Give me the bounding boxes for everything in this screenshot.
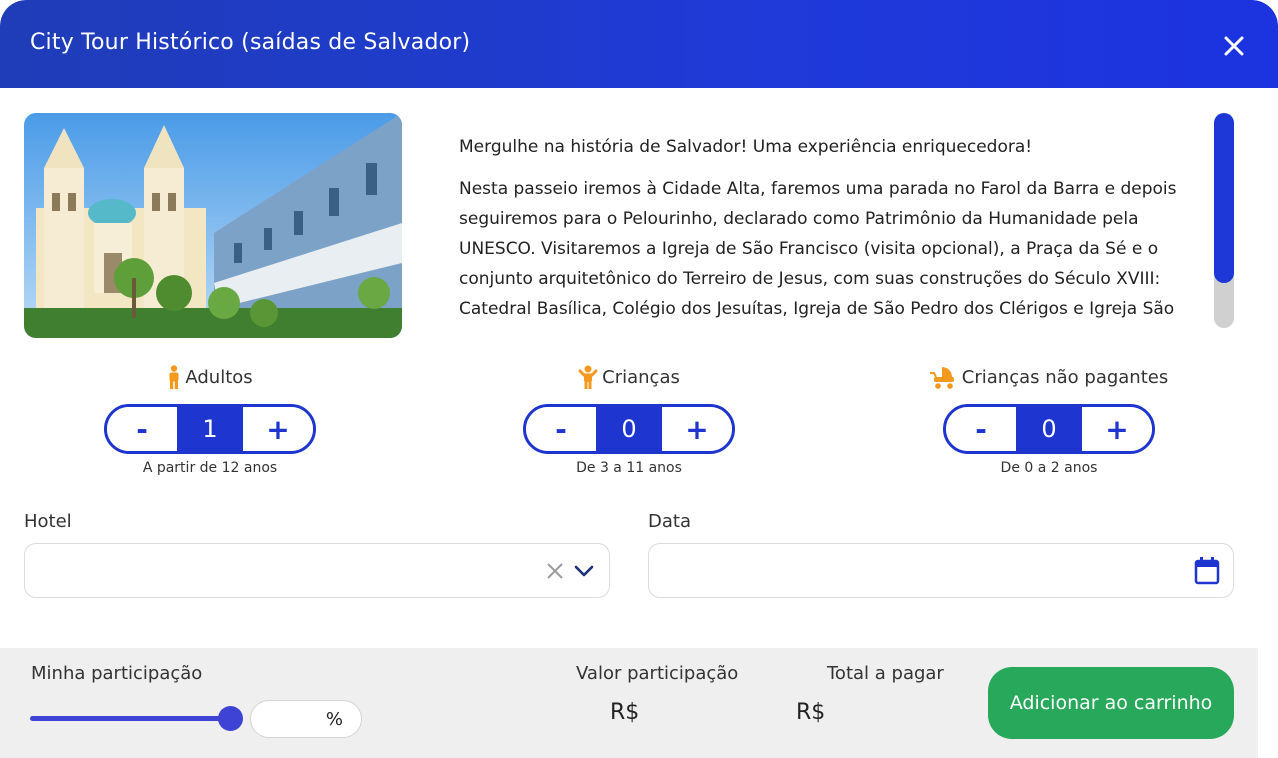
infants-minus-button[interactable]: - [946,407,1016,451]
stroller-icon [929,365,958,389]
purchase-footer: Minha participação % Valor participação … [0,648,1258,758]
adults-label: Adultos [185,366,253,388]
percent-suffix: % [325,709,343,730]
infants-label: Crianças não pagantes [961,366,1169,388]
infants-counter: Crianças não pagantes - 0 + De 0 a 2 ano… [839,364,1259,476]
participation-value-label: Valor participação [576,663,739,684]
infants-value: 0 [1016,407,1082,451]
scrollbar-thumb[interactable] [1214,113,1234,283]
infants-plus-button[interactable]: + [1082,407,1152,451]
hotel-label: Hotel [24,511,72,532]
participation-percent-input[interactable]: % [250,700,362,738]
infants-stepper: - 0 + [943,404,1155,454]
description-intro: Mergulhe na história de Salvador! Uma ex… [459,137,1033,157]
children-stepper: - 0 + [523,404,735,454]
modal-header: City Tour Histórico (saídas de Salvador) [0,0,1278,88]
adults-counter: Adultos - 1 + A partir de 12 anos [0,364,420,476]
adults-hint: A partir de 12 anos [142,460,278,476]
adults-value: 1 [177,407,243,451]
total-label: Total a pagar [827,663,944,684]
adults-minus-button[interactable]: - [107,407,177,451]
adult-icon [167,365,181,389]
adults-stepper: - 1 + [104,404,316,454]
total-value: R$ [796,700,826,725]
description-body: Nesta passeio iremos à Cidade Alta, fare… [459,179,1177,319]
children-value: 0 [596,407,662,451]
tour-description: Mergulhe na história de Salvador! Uma ex… [459,132,1179,328]
children-plus-button[interactable]: + [662,407,732,451]
participation-label: Minha participação [31,663,203,684]
adults-plus-button[interactable]: + [243,407,313,451]
clear-icon[interactable] [545,561,565,585]
description-scrollbar[interactable] [1214,113,1234,328]
child-icon [578,365,598,389]
hotel-select[interactable] [24,543,610,598]
calendar-icon[interactable] [1194,556,1220,590]
children-label: Crianças [602,366,680,388]
modal-title: City Tour Histórico (saídas de Salvador) [30,30,471,55]
add-to-cart-button[interactable]: Adicionar ao carrinho [988,667,1234,739]
children-hint: De 3 a 11 anos [576,460,682,476]
children-counter: Crianças - 0 + De 3 a 11 anos [419,364,839,476]
participation-value: R$ [610,700,640,725]
date-label: Data [648,511,691,532]
date-input[interactable] [648,543,1234,598]
close-icon[interactable] [1220,32,1248,60]
children-minus-button[interactable]: - [526,407,596,451]
participation-slider-track[interactable] [30,716,230,721]
chevron-down-icon[interactable] [573,561,595,585]
infants-hint: De 0 a 2 anos [1000,460,1098,476]
tour-photo [24,113,402,338]
participation-slider-handle[interactable] [218,706,243,731]
tour-modal: City Tour Histórico (saídas de Salvador) [0,0,1278,758]
